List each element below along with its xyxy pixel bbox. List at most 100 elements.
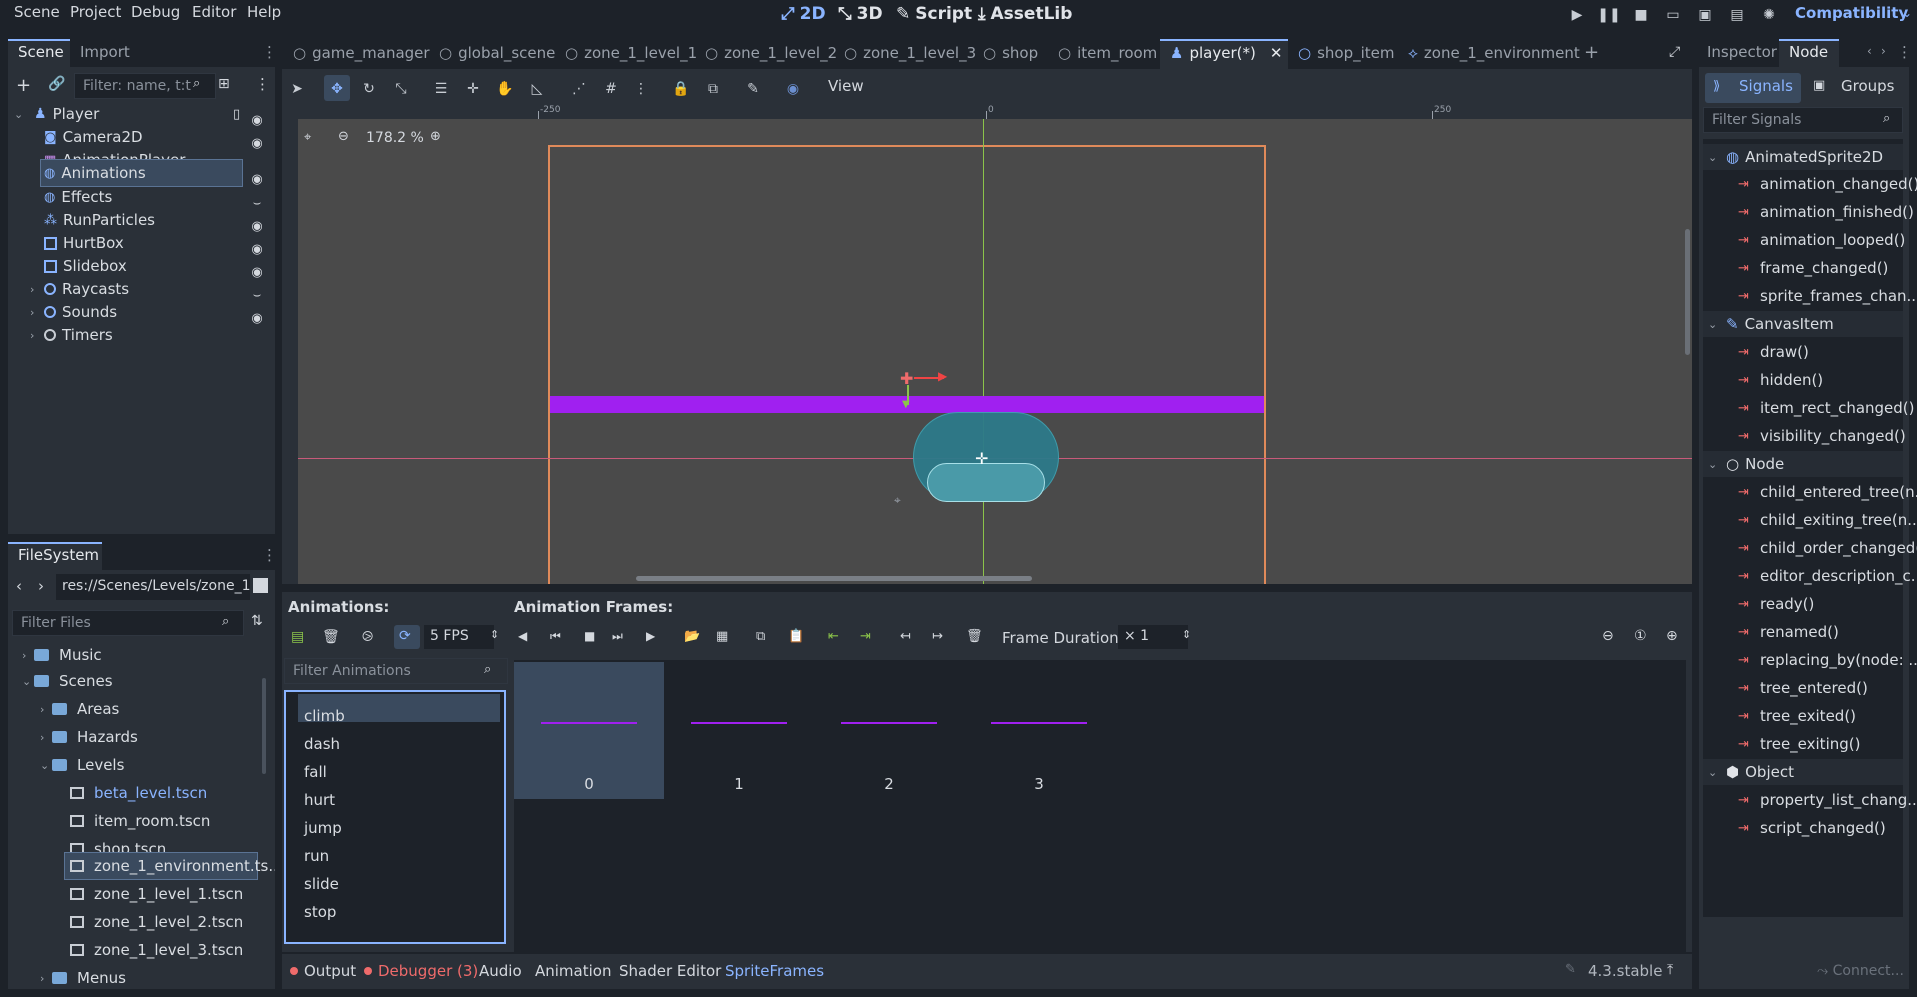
signal-item[interactable]: ⇥ property_list_chang... bbox=[1738, 787, 1917, 813]
signal-item[interactable]: ⇥ animation_finished() bbox=[1738, 199, 1914, 225]
move-tool-icon[interactable]: ✥ bbox=[326, 78, 348, 100]
signal-item[interactable]: ⇥ visibility_changed() bbox=[1738, 423, 1906, 449]
ruler-tool-icon[interactable]: ◺ bbox=[526, 78, 548, 100]
frame-cell[interactable]: 1 bbox=[664, 662, 814, 799]
visibility-eye-icon[interactable]: ◉ bbox=[249, 243, 265, 256]
tab-player[interactable]: ♟ player(*) ✕ bbox=[1170, 44, 1282, 62]
center-view-icon[interactable]: ⌖ bbox=[304, 130, 311, 145]
hidden-eye-icon[interactable]: ⌣ bbox=[249, 289, 265, 302]
play-backwards-icon[interactable]: ◀ bbox=[518, 629, 527, 643]
canvas-viewport[interactable]: -250 0 250 ⌖ ⊖ 178.2 % ⊕ ✛ ✚ ▶ ▼ ⌖ bbox=[282, 103, 1692, 584]
zoom-reset-icon[interactable]: ① bbox=[1634, 628, 1647, 644]
signal-item[interactable]: ⇥ tree_exited() bbox=[1738, 703, 1856, 729]
sort-icon[interactable]: ⇅ bbox=[251, 613, 263, 629]
tab-node[interactable]: Node bbox=[1789, 43, 1828, 61]
tab-shop[interactable]: ○ shop bbox=[983, 44, 1038, 62]
loop-icon[interactable]: ⟳ bbox=[399, 628, 411, 644]
distraction-free-icon[interactable]: ⤢ bbox=[1669, 44, 1680, 60]
signal-item[interactable]: ⇥ child_entered_tree(n... bbox=[1738, 479, 1917, 505]
signal-item[interactable]: ⇥ animation_changed() bbox=[1738, 171, 1917, 197]
connect-button[interactable]: ⤳ Connect... bbox=[1817, 963, 1904, 979]
play-custom-scene-icon[interactable]: ▤ bbox=[1728, 6, 1746, 24]
animation-item-hurt[interactable]: hurt bbox=[304, 791, 335, 809]
tab-item-room[interactable]: ○ item_room bbox=[1058, 44, 1157, 62]
zoom-in-icon[interactable]: ⊕ bbox=[1666, 628, 1678, 644]
fs-folder-menus[interactable]: › Menus bbox=[40, 965, 126, 989]
bottom-tab-audio[interactable]: Audio bbox=[479, 962, 522, 980]
move-left-icon[interactable]: ↤ bbox=[900, 629, 911, 644]
spinner-arrows-icon[interactable]: ⇕ bbox=[490, 628, 499, 641]
frame-cell[interactable]: 3 bbox=[964, 662, 1114, 799]
fs-file-beta-level[interactable]: beta_level.tscn bbox=[70, 780, 207, 806]
hidden-eye-icon[interactable]: ⌣ bbox=[249, 197, 265, 210]
delete-frame-icon[interactable]: 🗑 bbox=[966, 629, 983, 644]
bottom-tab-animation[interactable]: Animation bbox=[535, 962, 611, 980]
bottom-tab-debugger[interactable]: Debugger (3) bbox=[364, 962, 478, 980]
chevron-down-icon[interactable]: ⌄ bbox=[1902, 6, 1912, 20]
scale-tool-icon[interactable]: ⤡ bbox=[390, 78, 412, 100]
visibility-eye-icon[interactable]: ◉ bbox=[249, 220, 265, 233]
chevron-right-icon[interactable]: › bbox=[30, 306, 40, 319]
bottom-tab-output[interactable]: Output bbox=[290, 962, 356, 980]
visibility-eye-icon[interactable]: ◉ bbox=[249, 173, 265, 186]
chevron-right-icon[interactable]: › bbox=[30, 283, 40, 296]
split-mode-icon[interactable] bbox=[253, 578, 268, 593]
signal-item[interactable]: ⇥ child_exiting_tree(n... bbox=[1738, 507, 1917, 533]
stop-playback-icon[interactable]: ■ bbox=[584, 629, 595, 643]
insert-after-icon[interactable]: ⇥ bbox=[860, 629, 871, 644]
signal-item[interactable]: ⇥ editor_description_c... bbox=[1738, 563, 1917, 589]
view-menu[interactable]: View bbox=[828, 77, 864, 95]
tab-import[interactable]: Import bbox=[80, 43, 130, 61]
signal-item[interactable]: ⇥ script_changed() bbox=[1738, 815, 1886, 841]
tree-node-timers[interactable]: › Timers bbox=[30, 322, 113, 348]
copy-frame-icon[interactable]: ⧉ bbox=[756, 629, 765, 644]
list-select-icon[interactable]: ☰ bbox=[430, 78, 452, 100]
menu-editor[interactable]: Editor bbox=[192, 3, 236, 21]
visibility-eye-icon[interactable]: ◉ bbox=[249, 312, 265, 325]
fps-spinbox[interactable]: 5 FPS bbox=[424, 625, 494, 649]
bottom-tab-spriteframes[interactable]: SpriteFrames bbox=[725, 962, 824, 980]
filesystem-scrollbar[interactable] bbox=[262, 678, 266, 774]
zoom-out-icon[interactable]: ⊖ bbox=[338, 129, 349, 144]
insert-before-icon[interactable]: ⇤ bbox=[828, 629, 839, 644]
menu-project[interactable]: Project bbox=[70, 3, 121, 21]
signal-item[interactable]: ⇥ hidden() bbox=[1738, 367, 1823, 393]
fs-file-zone-1-level-1[interactable]: zone_1_level_1.tscn bbox=[70, 881, 243, 907]
movie-maker-icon[interactable]: ✺ bbox=[1760, 6, 1778, 24]
expand-panel-icon[interactable]: ⤒ bbox=[1667, 962, 1673, 978]
play-from-start-icon[interactable]: ⏭ bbox=[612, 629, 623, 644]
renderer-select[interactable]: Compatibility bbox=[1795, 4, 1908, 22]
move-right-icon[interactable]: ↦ bbox=[932, 629, 943, 644]
play-scene-icon[interactable]: ▣ bbox=[1696, 6, 1714, 24]
attach-script-icon[interactable]: ⊞ bbox=[218, 76, 230, 92]
menu-help[interactable]: Help bbox=[247, 3, 281, 21]
fs-folder-hazards[interactable]: › Hazards bbox=[40, 724, 138, 750]
signal-item[interactable]: ⇥ child_order_changed() bbox=[1738, 535, 1917, 561]
new-animation-icon[interactable]: ▤ bbox=[291, 629, 304, 645]
signal-item[interactable]: ⇥ draw() bbox=[1738, 339, 1809, 365]
group-icon[interactable]: ⧉ bbox=[702, 78, 724, 100]
play-backwards-from-end-icon[interactable]: ⏮ bbox=[550, 629, 561, 644]
chevron-down-icon[interactable]: ⌄ bbox=[14, 108, 26, 121]
tab-global-scene[interactable]: ○ global_scene bbox=[439, 44, 555, 62]
dock-menu-icon[interactable]: ⋮ bbox=[262, 43, 277, 61]
signal-section-canvasitem[interactable]: ⌄ ✎ CanvasItem bbox=[1703, 311, 1903, 337]
chevron-left-icon[interactable]: ‹ bbox=[1867, 44, 1872, 58]
filesystem-filter-input[interactable] bbox=[12, 610, 244, 636]
dock-menu-icon[interactable]: ⋮ bbox=[1897, 43, 1912, 61]
signal-item[interactable]: ⇥ replacing_by(node: ... bbox=[1738, 647, 1917, 673]
subtab-signals[interactable]: Signals bbox=[1739, 77, 1793, 95]
animation-item-fall[interactable]: fall bbox=[304, 763, 327, 781]
bottom-tab-shader-editor[interactable]: Shader Editor bbox=[619, 962, 721, 980]
animation-item-stop[interactable]: stop bbox=[304, 903, 336, 921]
back-arrow-icon[interactable]: ‹ bbox=[16, 577, 22, 595]
zoom-in-icon[interactable]: ⊕ bbox=[430, 129, 441, 144]
grid-snap-icon[interactable]: # bbox=[600, 78, 622, 100]
visibility-eye-icon[interactable]: ◉ bbox=[249, 137, 265, 150]
autoplay-icon[interactable]: ⧁ bbox=[362, 629, 373, 645]
dock-menu-icon[interactable]: ⋮ bbox=[262, 546, 277, 564]
add-frame-file-icon[interactable]: 📂 bbox=[684, 629, 700, 644]
signals-filter-input[interactable] bbox=[1703, 107, 1903, 133]
tab-inspector[interactable]: Inspector bbox=[1707, 43, 1777, 61]
workspace-script-button[interactable]: ✎ Script bbox=[896, 4, 972, 24]
